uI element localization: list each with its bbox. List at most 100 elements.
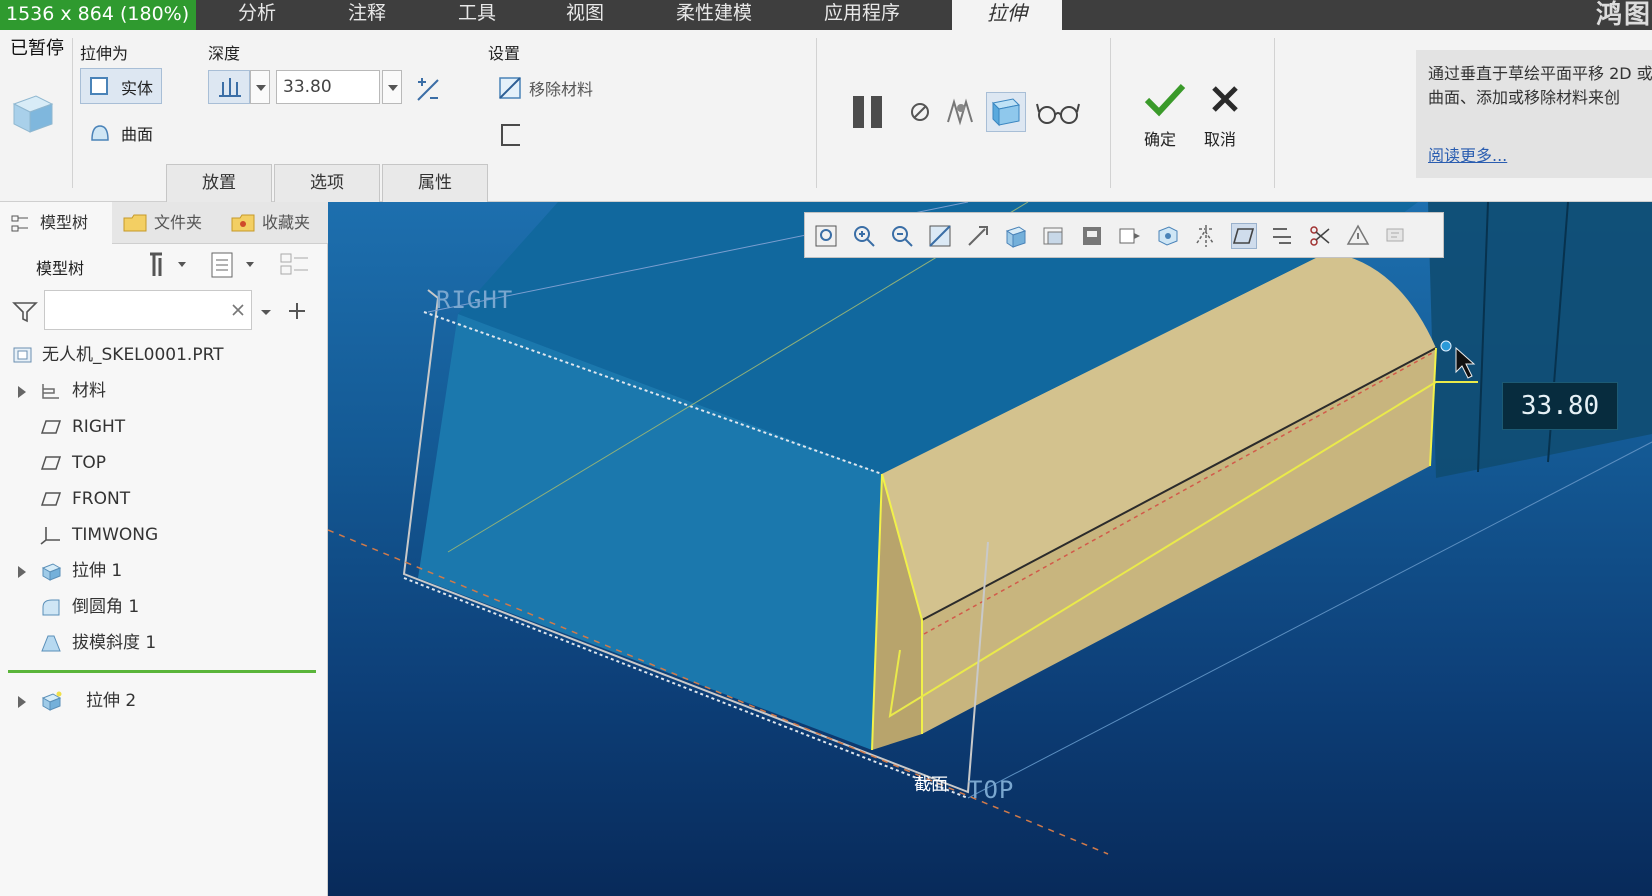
tab-favorites[interactable]: 收藏夹	[226, 202, 326, 244]
extrude-icon	[41, 691, 62, 711]
menu-view[interactable]: 视图	[566, 0, 604, 30]
repaint-icon[interactable]	[927, 223, 953, 249]
tree-item-label: 拔模斜度 1	[72, 633, 157, 653]
tree-title: 模型树	[36, 259, 85, 278]
read-more-link[interactable]: 阅读更多...	[1428, 142, 1507, 166]
tree-columns-icon[interactable]	[210, 250, 258, 280]
datum-display-icon[interactable]	[1193, 223, 1219, 249]
tree-item-label: 拉伸 2	[86, 691, 137, 711]
tree-search-input[interactable]	[44, 290, 252, 330]
flip-direction-icon[interactable]	[414, 76, 442, 104]
depth-value-input[interactable]: 33.80	[276, 70, 380, 104]
view-manager-icon[interactable]	[1079, 223, 1105, 249]
saved-views-icon[interactable]	[1003, 223, 1029, 249]
depth-type-button[interactable]	[208, 70, 250, 104]
zoom-out-icon[interactable]	[889, 223, 915, 249]
plane-display-icon[interactable]	[1231, 223, 1257, 249]
tree-item-label: TOP	[72, 453, 107, 473]
favorites-icon	[231, 214, 255, 232]
close-icon	[1212, 86, 1238, 112]
settings-label: 设置	[488, 44, 521, 63]
point-display-icon[interactable]	[1307, 223, 1333, 249]
tree-item-label: 拉伸 1	[72, 561, 123, 581]
tree-item-front-plane[interactable]: FRONT	[0, 482, 326, 516]
depth-dimension-callout[interactable]: 33.80	[1502, 382, 1618, 430]
extrude-large-icon	[10, 88, 56, 134]
solid-icon	[90, 77, 108, 95]
tree-item-part[interactable]: 无人机_SKEL0001.PRT	[0, 338, 326, 372]
extrude-ribbon: 已暂停 拉伸为 实体 曲面 深度 33.80 设置 移除材料 放置 选项 属性 …	[0, 30, 1652, 202]
glasses-verify-icon[interactable]	[1036, 100, 1080, 126]
remove-material-button[interactable]: 移除材料	[494, 70, 614, 104]
axis-display-icon[interactable]	[1269, 223, 1295, 249]
display-style-icon[interactable]	[1041, 223, 1067, 249]
tree-show-icon[interactable]	[278, 250, 312, 280]
model-tree-panel: 模型树 文件夹 收藏夹 模型树 无人机_SKEL0001.PRT 材料 RIGH…	[0, 202, 328, 896]
perspective-icon[interactable]	[1117, 223, 1143, 249]
add-filter-icon[interactable]	[286, 300, 308, 322]
solid-button[interactable]: 实体	[80, 68, 162, 104]
spin-center-icon[interactable]	[1155, 223, 1181, 249]
menu-bar: 1536 x 864 (180%) 分析 注释 工具 视图 柔性建模 应用程序 …	[0, 0, 1652, 32]
surface-icon	[91, 125, 109, 141]
tab-folder-label: 文件夹	[154, 213, 203, 232]
reorient-icon[interactable]	[965, 223, 991, 249]
refit-icon[interactable]	[813, 223, 839, 249]
tree-settings-icon[interactable]	[146, 250, 190, 280]
annotation-display-icon[interactable]	[1383, 223, 1409, 249]
datum-top-label: TOP	[968, 776, 1015, 804]
ok-button[interactable]: 确定	[1140, 82, 1188, 154]
tree-item-extrude-1[interactable]: 拉伸 1	[0, 554, 326, 588]
clear-search-icon[interactable]	[231, 303, 245, 317]
tree-item-extrude-2[interactable]: 拉伸 2	[0, 684, 326, 718]
extrude-as-label: 拉伸为	[80, 44, 129, 63]
depth-type-dropdown[interactable]	[250, 70, 270, 104]
tree-item-coordinate-system[interactable]: TIMWONG	[0, 518, 326, 552]
tree-item-right-plane[interactable]: RIGHT	[0, 410, 326, 444]
tree-item-round-1[interactable]: 倒圆角 1	[0, 590, 326, 624]
depth-label: 深度	[208, 44, 241, 63]
menu-flexible-modeling[interactable]: 柔性建模	[676, 0, 752, 30]
surface-button[interactable]: 曲面	[80, 114, 162, 150]
app-window: 1536 x 864 (180%) 分析 注释 工具 视图 柔性建模 应用程序 …	[0, 0, 1652, 896]
watermark-logo: 鸿图	[1595, 0, 1652, 30]
surface-label: 曲面	[121, 125, 154, 144]
tab-properties[interactable]: 属性	[382, 164, 488, 202]
solid-label: 实体	[121, 79, 154, 98]
menu-annotate[interactable]: 注释	[348, 0, 386, 30]
tab-folder-browser[interactable]: 文件夹	[116, 202, 216, 244]
tree-tab-icon	[11, 215, 28, 232]
insert-indicator-line[interactable]	[8, 670, 316, 673]
tree-item-label: 无人机_SKEL0001.PRT	[42, 345, 224, 365]
thicken-sketch-icon[interactable]	[498, 122, 524, 148]
csys-display-icon[interactable]	[1345, 223, 1371, 249]
blind-depth-icon	[219, 78, 241, 97]
expand-caret-icon[interactable]	[18, 566, 26, 578]
graphics-viewport[interactable]: RIGHT TOP 截面 33.80	[328, 202, 1652, 896]
feature-preview-icon[interactable]	[944, 96, 978, 128]
tree-item-material[interactable]: 材料	[0, 374, 326, 408]
geometry-preview-icon[interactable]	[986, 92, 1026, 132]
tree-item-top-plane[interactable]: TOP	[0, 446, 326, 480]
pause-icon[interactable]	[850, 94, 886, 130]
datum-plane-icon	[40, 492, 62, 506]
tab-options[interactable]: 选项	[274, 164, 380, 202]
ok-label: 确定	[1144, 130, 1177, 149]
menu-applications[interactable]: 应用程序	[824, 0, 900, 30]
menu-analysis[interactable]: 分析	[238, 0, 276, 30]
menu-extrude-active[interactable]: 拉伸	[952, 0, 1062, 32]
tree-item-label: RIGHT	[72, 417, 126, 437]
zoom-in-icon[interactable]	[851, 223, 877, 249]
search-dropdown-icon[interactable]	[258, 302, 274, 322]
filter-icon[interactable]	[12, 300, 38, 324]
tab-placement[interactable]: 放置	[166, 164, 272, 202]
tree-item-draft-1[interactable]: 拔模斜度 1	[0, 626, 326, 660]
cancel-button[interactable]: 取消	[1202, 82, 1250, 154]
depth-value-dropdown[interactable]	[382, 70, 402, 104]
expand-caret-icon[interactable]	[18, 386, 26, 398]
expand-caret-icon[interactable]	[18, 696, 26, 708]
menu-tools[interactable]: 工具	[458, 0, 496, 30]
tab-model-tree[interactable]: 模型树	[0, 202, 112, 244]
round-icon	[42, 599, 60, 616]
no-preview-icon[interactable]	[908, 100, 932, 124]
